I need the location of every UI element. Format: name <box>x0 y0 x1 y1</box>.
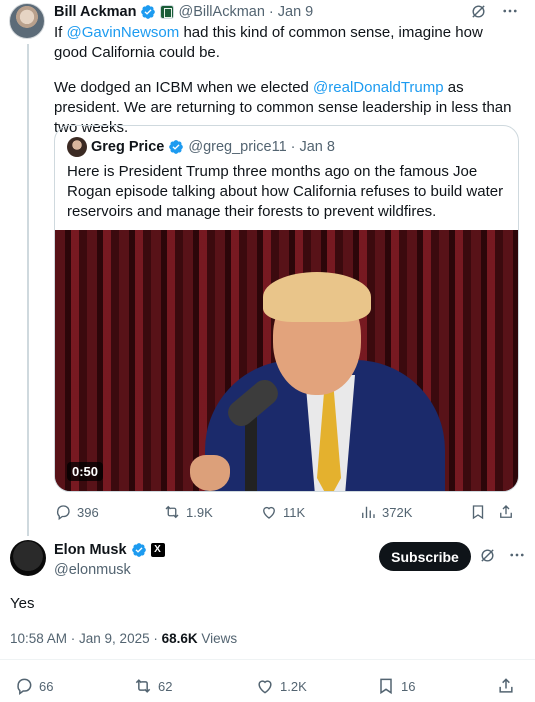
author-handle[interactable]: @BillAckman <box>178 4 264 20</box>
heart-icon <box>258 680 272 694</box>
video-duration-badge: 0:50 <box>67 462 104 481</box>
tweet-date[interactable]: · Jan 9 <box>269 4 313 20</box>
divider <box>0 659 535 660</box>
repost-button[interactable]: 1.9K <box>163 503 260 521</box>
bookmark-icon <box>472 505 484 520</box>
tweet-timestamp[interactable]: 10:58 AM · Jan 9, 2025 · <box>10 631 162 646</box>
reply-button[interactable]: 66 <box>14 676 133 696</box>
main-tweet-author: Elon Musk X <box>54 542 165 558</box>
thread-line <box>27 44 29 536</box>
parent-tweet-menu <box>469 2 519 20</box>
parent-tweet-actions: 396 1.9K 11K 372K <box>54 503 520 521</box>
quoted-author-name: Greg Price <box>91 139 165 155</box>
parent-tweet-header: Bill Ackman @BillAckman · Jan 9 <box>54 2 313 22</box>
x-affiliate-badge-icon: X <box>150 543 165 557</box>
like-button[interactable]: 11K <box>260 503 359 521</box>
affiliate-badge-icon <box>160 5 175 19</box>
main-tweet-menu <box>478 546 526 564</box>
bookmark-button[interactable] <box>469 503 497 521</box>
quoted-tweet-card[interactable]: Greg Price @greg_price11 · Jan 8 Here is… <box>54 125 519 492</box>
heart-icon <box>263 506 275 519</box>
share-button[interactable] <box>497 503 515 521</box>
subscribe-button[interactable]: Subscribe <box>379 542 471 571</box>
quoted-tweet-text: Here is President Trump three months ago… <box>67 163 504 220</box>
parent-tweet-text-1: If @GavinNewsom had this kind of common … <box>54 24 483 61</box>
tweet-meta: 10:58 AM · Jan 9, 2025 · 68.6K Views <box>10 631 237 646</box>
more-options-icon[interactable] <box>508 546 526 564</box>
author-handle[interactable]: @elonmusk <box>54 562 131 578</box>
author-name[interactable]: Bill Ackman <box>54 4 136 20</box>
share-icon <box>499 678 513 693</box>
mention-link[interactable]: @realDonaldTrump <box>313 79 444 96</box>
views-label: Views <box>197 631 238 646</box>
views-button[interactable]: 372K <box>359 503 469 521</box>
author-name[interactable]: Elon Musk <box>54 542 127 558</box>
main-tweet-actions: 66 62 1.2K 16 <box>14 676 519 696</box>
bookmark-icon <box>380 678 392 695</box>
grok-icon[interactable] <box>478 546 496 564</box>
verified-badge-icon <box>131 543 146 557</box>
quoted-tweet-date: · Jan 8 <box>290 139 335 155</box>
avatar-greg-price <box>67 137 87 157</box>
repost-icon <box>165 505 179 519</box>
more-options-icon[interactable] <box>501 2 519 20</box>
like-button[interactable]: 1.2K <box>255 676 376 696</box>
reply-button[interactable]: 396 <box>54 503 163 521</box>
avatar-bill-ackman[interactable] <box>9 3 45 39</box>
verified-badge-icon <box>141 5 156 19</box>
bookmark-button[interactable]: 16 <box>376 676 496 696</box>
quoted-author-handle: @greg_price11 <box>188 139 287 155</box>
repost-icon <box>135 679 151 693</box>
video-player[interactable]: 0:50 <box>55 230 518 491</box>
views-count: 68.6K <box>161 631 198 646</box>
verified-badge-icon <box>169 140 184 154</box>
share-icon <box>500 505 512 518</box>
share-button[interactable] <box>496 676 516 696</box>
avatar-elon-musk[interactable] <box>10 540 46 576</box>
views-icon <box>362 506 375 518</box>
grok-icon[interactable] <box>469 2 487 20</box>
main-tweet-text: Yes <box>10 595 35 612</box>
reply-icon <box>56 505 70 521</box>
mention-link[interactable]: @GavinNewsom <box>67 24 180 41</box>
repost-button[interactable]: 62 <box>133 676 255 696</box>
reply-icon <box>17 678 32 695</box>
quoted-tweet-header: Greg Price @greg_price11 · Jan 8 <box>67 137 335 157</box>
